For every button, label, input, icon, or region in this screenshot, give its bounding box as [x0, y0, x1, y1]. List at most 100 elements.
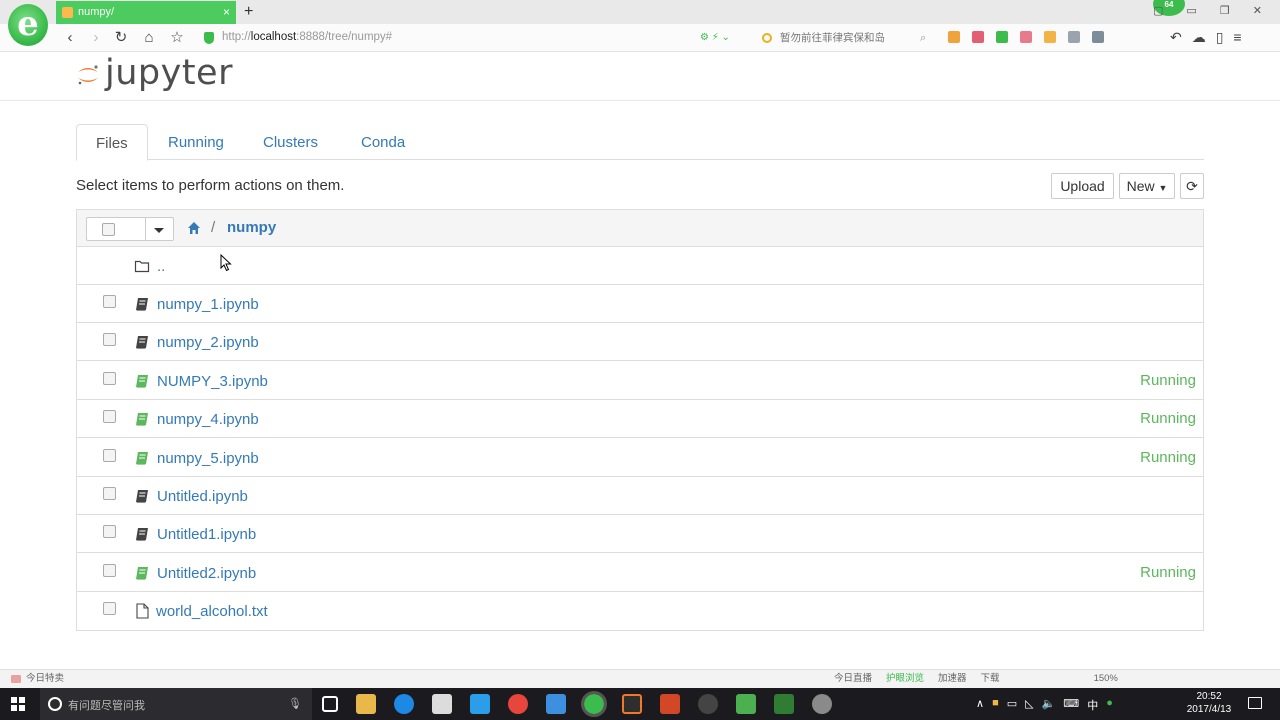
file-row[interactable]: Untitled.ipynb — [77, 477, 1203, 515]
file-name-link[interactable]: numpy_4.ipynb — [157, 411, 259, 428]
status-eye-care[interactable]: 护眼浏览 — [886, 670, 924, 688]
tray-battery-icon[interactable]: ▭ — [1007, 697, 1017, 713]
file-checkbox[interactable] — [103, 410, 116, 424]
new-tab-button[interactable]: + — [244, 1, 253, 23]
file-row[interactable]: Untitled2.ipynb Running — [77, 554, 1203, 592]
tray-ime[interactable]: 中 — [1087, 697, 1098, 713]
file-name-link[interactable]: NUMPY_3.ipynb — [157, 373, 268, 390]
forward-icon[interactable]: › — [86, 28, 106, 48]
store-icon[interactable] — [432, 694, 452, 714]
search-icon[interactable]: ⌕ — [920, 28, 926, 48]
extension-translate-icon[interactable] — [1020, 31, 1032, 43]
file-row[interactable]: Untitled1.ipynb — [77, 515, 1203, 554]
status-live[interactable]: 今日直播 — [834, 670, 872, 688]
file-list-panel: / numpy .. numpy_1.ipynb numpy_2.ipynb NUM… — [76, 209, 1204, 631]
extension-screenshot-icon[interactable] — [1044, 31, 1056, 43]
file-checkbox[interactable] — [103, 295, 116, 308]
obs-icon[interactable] — [698, 694, 718, 714]
file-name-link[interactable]: numpy_1.ipynb — [157, 296, 259, 313]
status-download[interactable]: 下载 — [981, 670, 1000, 688]
extension-grid-icon[interactable] — [948, 31, 960, 43]
breadcrumb-separator: / — [211, 219, 216, 236]
notification-center-icon[interactable] — [1248, 697, 1262, 709]
file-name-link[interactable]: numpy_5.ipynb — [157, 450, 259, 467]
windows-start-icon[interactable] — [11, 697, 25, 711]
app-blue-icon[interactable] — [470, 694, 490, 714]
tab-files[interactable]: Files — [76, 124, 148, 161]
select-all-dropdown[interactable] — [86, 217, 174, 241]
url-input[interactable]: http://localhost:8888/tree/numpy# — [200, 28, 740, 48]
file-checkbox[interactable] — [103, 525, 116, 539]
new-dropdown-button[interactable]: New ▼ — [1119, 173, 1175, 199]
file-checkbox[interactable] — [103, 602, 116, 616]
file-name-link[interactable]: Untitled1.ipynb — [157, 526, 256, 543]
tray-apps-icon[interactable]: ■ — [992, 697, 999, 713]
extension-red-icon[interactable] — [972, 31, 984, 43]
home-icon[interactable] — [187, 221, 201, 235]
tray-shield-icon[interactable]: ● — [1106, 697, 1113, 713]
chevron-down-icon[interactable] — [154, 228, 164, 233]
tray-up-icon[interactable]: ∧ — [976, 697, 984, 713]
reload-icon[interactable]: ↻ — [111, 28, 131, 48]
app-gray-icon[interactable] — [812, 694, 832, 714]
file-row[interactable]: NUMPY_3.ipynb Running — [77, 362, 1203, 400]
tab-running[interactable]: Running — [149, 124, 243, 160]
app-mail-icon[interactable] — [546, 694, 566, 714]
browser-search-input[interactable]: 暂勿前往菲律宾保和岛 ⌕ — [758, 28, 938, 48]
url-text: http://localhost:8888/tree/numpy# — [222, 31, 393, 43]
file-explorer-icon[interactable] — [356, 694, 376, 714]
file-row[interactable]: numpy_5.ipynb Running — [77, 439, 1203, 477]
select-all-checkbox[interactable] — [102, 223, 115, 236]
accelerate-icon[interactable]: ⚙ ⚡ ⌄ — [700, 32, 730, 43]
parent-dir-row[interactable]: .. — [77, 247, 1203, 285]
extension-shield-icon[interactable] — [996, 31, 1008, 43]
tray-keyboard-icon[interactable]: ⌨ — [1063, 697, 1079, 713]
camtasia-icon[interactable] — [736, 694, 756, 714]
file-name-link[interactable]: numpy_2.ipynb — [157, 334, 259, 351]
back-icon[interactable]: ‹ — [60, 28, 80, 48]
status-deals[interactable]: 今日特卖 — [26, 670, 64, 688]
taskbar-search-box[interactable]: 有问题尽管问我 🎙 — [40, 688, 312, 720]
taskbar-clock[interactable]: 20:52 2017/4/13 — [1186, 690, 1232, 716]
task-view-icon[interactable] — [322, 696, 338, 712]
home-page-icon[interactable]: ⌂ — [139, 28, 159, 48]
status-accelerator[interactable]: 加速器 — [938, 670, 967, 688]
browser-logo-icon[interactable]: e — [8, 4, 48, 46]
extension-find-icon[interactable] — [1092, 31, 1104, 43]
tab-clusters[interactable]: Clusters — [244, 124, 337, 160]
camtasia-recorder-icon[interactable] — [774, 694, 794, 714]
refresh-button[interactable]: ⟳ — [1180, 173, 1204, 199]
file-name-link[interactable]: world_alcohol.txt — [156, 603, 268, 620]
tab-close-icon[interactable]: × — [223, 1, 230, 24]
browser-tools[interactable]: ↶☁▯≡ — [1170, 29, 1252, 46]
tray-volume-icon[interactable]: 🔈 — [1042, 697, 1056, 713]
browser-360-icon[interactable] — [581, 691, 607, 717]
tab-numpy[interactable]: numpy/ × — [56, 1, 236, 24]
file-row[interactable]: world_alcohol.txt — [77, 592, 1203, 630]
file-row[interactable]: numpy_4.ipynb Running — [77, 400, 1203, 439]
file-checkbox[interactable] — [103, 371, 116, 385]
favorite-star-icon[interactable]: ☆ — [167, 28, 187, 48]
powerpoint-icon[interactable] — [660, 694, 680, 714]
chrome-icon[interactable] — [508, 694, 528, 714]
file-checkbox[interactable] — [103, 487, 116, 500]
tray-network-icon[interactable]: ◺ — [1025, 697, 1033, 713]
clock-time: 20:52 — [1196, 691, 1222, 702]
file-checkbox[interactable] — [103, 333, 116, 347]
file-checkbox[interactable] — [103, 563, 116, 577]
file-row[interactable]: numpy_2.ipynb — [77, 323, 1203, 362]
file-row[interactable]: numpy_1.ipynb — [77, 285, 1203, 323]
upload-button[interactable]: Upload — [1051, 173, 1114, 199]
window-controls[interactable]: ▢ ▭ ❐ ✕ — [1153, 4, 1272, 17]
file-checkbox[interactable] — [103, 448, 116, 462]
extension-mail-icon[interactable] — [1068, 31, 1080, 43]
edge-icon[interactable] — [394, 694, 414, 714]
file-name-link[interactable]: Untitled.ipynb — [157, 488, 248, 505]
status-zoom[interactable]: 150% — [1094, 670, 1118, 688]
file-name-link[interactable]: Untitled2.ipynb — [157, 565, 256, 582]
breadcrumb-numpy[interactable]: numpy — [227, 219, 276, 236]
parent-dir-link[interactable]: .. — [157, 258, 165, 275]
tab-conda[interactable]: Conda — [342, 124, 424, 160]
microphone-icon[interactable]: 🎙 — [288, 697, 302, 710]
jupyter-app-icon[interactable] — [622, 694, 642, 714]
